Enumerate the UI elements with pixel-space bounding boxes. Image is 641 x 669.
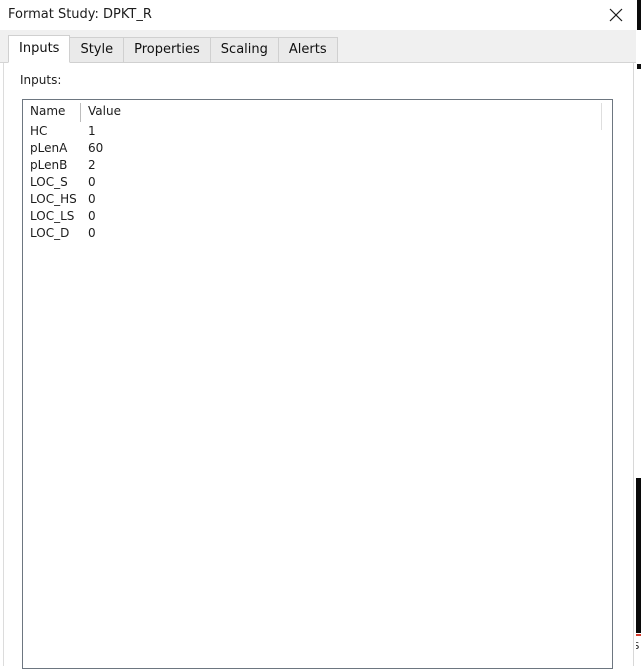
table-row[interactable]: HC 1 bbox=[23, 123, 612, 140]
table-row[interactable]: LOC_D 0 bbox=[23, 225, 612, 242]
dialog-title: Format Study: DPKT_R bbox=[8, 7, 152, 22]
dialog-titlebar: Format Study: DPKT_R bbox=[0, 0, 636, 30]
grid-header-row: Name Value bbox=[23, 100, 612, 122]
background-sliver-mid-band bbox=[637, 64, 641, 69]
tab-scaling[interactable]: Scaling bbox=[209, 37, 278, 63]
table-row[interactable]: LOC_S 0 bbox=[23, 174, 612, 191]
tab-inputs[interactable]: Inputs bbox=[8, 35, 71, 63]
grid-header-value[interactable]: Value bbox=[88, 104, 121, 118]
cell-name: LOC_HS bbox=[30, 192, 77, 206]
tab-list: Inputs Style Properties Scaling Alerts bbox=[8, 35, 338, 63]
cell-value[interactable]: 1 bbox=[88, 124, 96, 138]
cell-name: pLenA bbox=[30, 141, 68, 155]
screen: S Format Study: DPKT_R Inputs Style Prop… bbox=[0, 0, 641, 669]
table-row[interactable]: LOC_HS 0 bbox=[23, 191, 612, 208]
cell-name: HC bbox=[30, 124, 48, 138]
cell-value[interactable]: 0 bbox=[88, 175, 96, 189]
close-icon bbox=[609, 8, 623, 22]
tab-style[interactable]: Style bbox=[69, 37, 124, 63]
tab-properties[interactable]: Properties bbox=[123, 37, 210, 63]
cell-value[interactable]: 2 bbox=[88, 158, 96, 172]
cell-name: LOC_S bbox=[30, 175, 68, 189]
table-row[interactable]: pLenA 60 bbox=[23, 140, 612, 157]
cell-name: LOC_D bbox=[30, 226, 70, 240]
grid-body: HC 1 pLenA 60 pLenB 2 LOC_S 0 LOC_HS 0 L… bbox=[23, 123, 612, 242]
close-button[interactable] bbox=[598, 0, 634, 29]
cell-value[interactable]: 0 bbox=[88, 192, 96, 206]
inputs-section-label: Inputs: bbox=[20, 73, 62, 87]
grid-header-name[interactable]: Name bbox=[30, 104, 65, 118]
cell-value[interactable]: 0 bbox=[88, 226, 96, 240]
format-study-dialog: Format Study: DPKT_R Inputs Style Proper… bbox=[0, 0, 636, 669]
table-row[interactable]: LOC_LS 0 bbox=[23, 208, 612, 225]
cell-value[interactable]: 60 bbox=[88, 141, 103, 155]
inputs-grid[interactable]: Name Value HC 1 pLenA 60 pLenB 2 LOC_S 0… bbox=[22, 99, 613, 669]
cell-value[interactable]: 0 bbox=[88, 209, 96, 223]
cell-name: LOC_LS bbox=[30, 209, 75, 223]
tab-alerts[interactable]: Alerts bbox=[277, 37, 338, 63]
cell-name: pLenB bbox=[30, 158, 68, 172]
tab-strip: Inputs Style Properties Scaling Alerts bbox=[0, 30, 636, 63]
tab-content-inputs: Inputs: Name Value HC 1 pLenA 60 pLenB 2… bbox=[3, 63, 634, 669]
background-sliver-top-band bbox=[637, 0, 641, 30]
table-row[interactable]: pLenB 2 bbox=[23, 157, 612, 174]
